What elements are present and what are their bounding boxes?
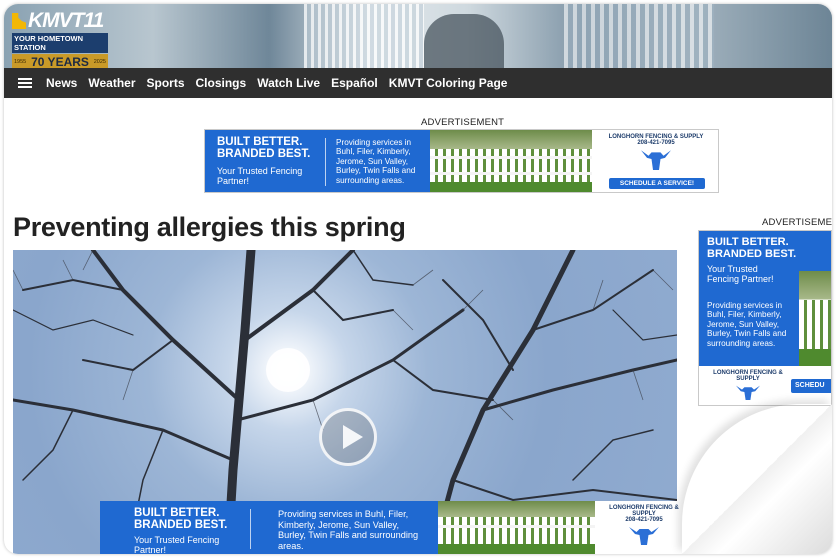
ad-tagline: Your Trusted Fencing Partner!: [134, 535, 220, 554]
bottom-sticky-ad[interactable]: BUILT BETTER. BRANDED BEST. Your Trusted…: [100, 501, 690, 554]
waterfall-image: [564, 4, 714, 68]
browser-page: KMVT11 YOUR HOMETOWN STATION 1955 70 YEA…: [4, 4, 832, 554]
ad-headline-2: BRANDED BEST.: [707, 247, 797, 260]
logo-year-end: 2025: [93, 58, 106, 65]
nav-item-weather[interactable]: Weather: [88, 76, 135, 90]
nav-item-watch-live[interactable]: Watch Live: [257, 76, 320, 90]
idaho-state-icon: [12, 13, 26, 29]
logo-anniversary: 1955 70 YEARS 2025: [12, 54, 108, 69]
ad-headline-2: BRANDED BEST.: [134, 519, 228, 532]
station-logo[interactable]: KMVT11 YOUR HOMETOWN STATION 1955 70 YEA…: [12, 9, 112, 69]
ad-blue-panel: BUILT BETTER. BRANDED BEST. Your Trusted…: [100, 501, 438, 554]
main-nav: News Weather Sports Closings Watch Live …: [4, 68, 832, 98]
ad-phone: 208-421-7095: [625, 517, 663, 523]
ad-brand-name: LONGHORN FENCING & SUPPLY: [609, 505, 679, 517]
ad-brand-name: LONGHORN FENCING & SUPPLY: [713, 370, 783, 382]
hamburger-icon[interactable]: [18, 78, 32, 88]
ad-tagline: Your Trusted Fencing Partner!: [707, 264, 774, 284]
nav-item-coloring-page[interactable]: KMVT Coloring Page: [389, 76, 508, 90]
sidebar-ad-label: ADVERTISEME: [762, 217, 832, 228]
ad-headline-1: BUILT BETTER.: [217, 136, 303, 148]
page-curl-corner: [682, 404, 832, 554]
logo-year-start: 1955: [14, 58, 27, 65]
nav-item-espanol[interactable]: Español: [331, 76, 378, 90]
nav-item-closings[interactable]: Closings: [196, 76, 247, 90]
ad-blue-panel: BUILT BETTER. BRANDED BEST. Your Trusted…: [205, 130, 430, 192]
play-icon[interactable]: [319, 408, 377, 466]
longhorn-icon: [629, 527, 659, 545]
ad-brand: LONGHORN FENCING & SUPPLY 208-421-7095: [598, 505, 690, 547]
waterfall-image: [304, 4, 424, 68]
sidebar-ad[interactable]: BUILT BETTER. BRANDED BEST. Your Trusted…: [698, 230, 832, 406]
ad-headline-2: BRANDED BEST.: [217, 148, 311, 161]
longhorn-icon: [641, 150, 671, 170]
nav-item-sports[interactable]: Sports: [147, 76, 185, 90]
ad-services: Providing services in Buhl, Filer, Kimbe…: [278, 509, 419, 551]
ad-headline-1: BUILT BETTER.: [707, 236, 789, 248]
fence-photo: [430, 130, 592, 192]
fence-photo: [438, 501, 595, 554]
ad-divider: [250, 509, 251, 549]
top-ad-banner[interactable]: BUILT BETTER. BRANDED BEST. Your Trusted…: [204, 129, 719, 193]
ad-brand: LONGHORN FENCING & SUPPLY 208-421-7095: [597, 134, 715, 172]
ad-brand: LONGHORN FENCING & SUPPLY: [703, 370, 793, 402]
logo-years-text: 70 YEARS: [31, 54, 89, 69]
nav-item-news[interactable]: News: [46, 76, 77, 90]
ad-headline-1: BUILT BETTER.: [134, 507, 220, 519]
ad-label: ADVERTISEMENT: [421, 117, 505, 128]
logo-text: KMVT11: [28, 9, 104, 32]
schedule-service-button[interactable]: SCHEDU: [791, 379, 831, 393]
ad-services: Providing services in Buhl, Filer, Kimbe…: [707, 301, 787, 348]
article-title: Preventing allergies this spring: [13, 212, 406, 242]
site-header-banner: KMVT11 YOUR HOMETOWN STATION 1955 70 YEA…: [4, 4, 832, 69]
banner-rock: [424, 14, 504, 68]
longhorn-icon: [736, 385, 760, 400]
logo-subtitle: YOUR HOMETOWN STATION: [12, 33, 108, 53]
fence-photo: [799, 271, 831, 366]
ad-services: Providing services in Buhl, Filer, Kimbe…: [336, 138, 416, 185]
ad-divider: [325, 138, 326, 186]
schedule-service-button[interactable]: SCHEDULE A SERVICE!: [609, 178, 705, 189]
ad-tagline: Your Trusted Fencing Partner!: [217, 166, 303, 186]
ad-phone: 208-421-7095: [637, 140, 675, 146]
